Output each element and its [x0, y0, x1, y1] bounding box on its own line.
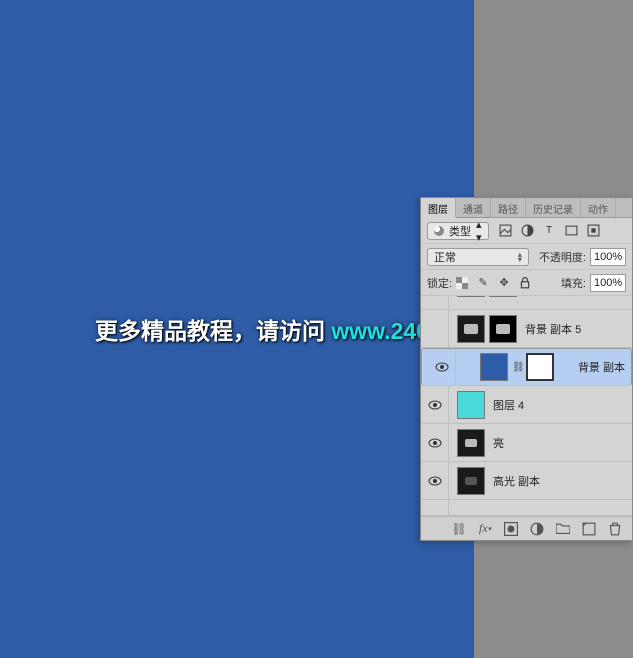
layer-row[interactable]: 背景 副本 3: [421, 296, 632, 310]
filter-icons: T: [499, 224, 600, 237]
lock-row: 锁定: ✎ ✥ 填充: 100%: [421, 270, 632, 296]
layer-row[interactable]: ⛓ 背景 副本: [421, 348, 632, 386]
blend-mode-value: 正常: [434, 249, 456, 265]
visibility-toggle[interactable]: [421, 500, 449, 515]
filter-adjust-icon[interactable]: [521, 224, 534, 237]
mask-thumbnail[interactable]: [526, 353, 554, 381]
link-icon[interactable]: ⛓: [512, 362, 522, 373]
layer-thumbnail[interactable]: [457, 467, 485, 495]
layer-row[interactable]: [421, 500, 632, 516]
lock-pixels-icon[interactable]: ✎: [477, 277, 489, 289]
layer-row[interactable]: 亮: [421, 424, 632, 462]
mask-thumbnail[interactable]: [489, 296, 517, 297]
layer-name[interactable]: 高光 副本: [493, 473, 540, 489]
panel-tabs: 图层 通道 路径 历史记录 动作: [421, 198, 632, 218]
tab-paths[interactable]: 路径: [491, 198, 526, 217]
chevron-updown-icon: ▴▾: [518, 252, 522, 262]
filter-shape-icon[interactable]: [565, 224, 578, 237]
add-mask-icon[interactable]: [504, 522, 518, 536]
layer-name[interactable]: 亮: [493, 435, 504, 451]
chevron-updown-icon: ▴▾: [476, 218, 482, 244]
lock-position-icon[interactable]: ✥: [498, 277, 510, 289]
layer-fx-icon[interactable]: fx▾: [478, 522, 492, 536]
layer-list[interactable]: 背景 副本 3 背景 副本 5 ⛓ 背景 副本 图层: [421, 296, 632, 516]
banner-text: 更多精品教程，请访问: [95, 318, 331, 344]
filter-pixel-icon[interactable]: [499, 224, 512, 237]
layers-panel: 图层 通道 路径 历史记录 动作 类型 ▴▾ T 正常 ▴▾ 不透明度: 100…: [420, 197, 633, 541]
kind-label: 类型: [449, 223, 471, 239]
tab-actions[interactable]: 动作: [581, 198, 616, 217]
visibility-toggle[interactable]: [421, 296, 449, 309]
blend-mode-select[interactable]: 正常 ▴▾: [427, 248, 529, 266]
lock-label: 锁定:: [427, 275, 452, 291]
delete-layer-icon[interactable]: [608, 522, 622, 536]
layer-name[interactable]: 背景 副本 5: [525, 321, 581, 337]
kind-select[interactable]: 类型 ▴▾: [427, 222, 489, 240]
opacity-label: 不透明度:: [539, 249, 586, 265]
search-icon: [434, 226, 444, 236]
lock-transparent-icon[interactable]: [456, 277, 468, 289]
fill-label: 填充:: [561, 275, 586, 291]
filter-row: 类型 ▴▾ T: [421, 218, 632, 244]
layer-row[interactable]: 高光 副本: [421, 462, 632, 500]
layer-name[interactable]: 背景 副本: [578, 359, 625, 375]
layer-thumbnail[interactable]: [457, 429, 485, 457]
layer-thumbnail[interactable]: [457, 391, 485, 419]
visibility-toggle[interactable]: [421, 462, 449, 499]
visibility-toggle[interactable]: [421, 424, 449, 461]
new-group-icon[interactable]: [556, 522, 570, 536]
layer-name[interactable]: 背景 副本 3: [525, 296, 581, 298]
filter-type-icon[interactable]: T: [543, 224, 556, 237]
filter-smart-icon[interactable]: [587, 224, 600, 237]
new-layer-icon[interactable]: [582, 522, 596, 536]
blend-row: 正常 ▴▾ 不透明度: 100%: [421, 244, 632, 270]
opacity-input[interactable]: 100%: [590, 248, 626, 266]
layer-thumbnail[interactable]: [480, 353, 508, 381]
lock-all-icon[interactable]: [519, 277, 531, 289]
visibility-toggle[interactable]: [421, 310, 449, 347]
layer-name[interactable]: 图层 4: [493, 397, 524, 413]
layer-row[interactable]: 背景 副本 5: [421, 310, 632, 348]
tab-channels[interactable]: 通道: [456, 198, 491, 217]
mask-thumbnail[interactable]: [489, 315, 517, 343]
link-layers-icon[interactable]: ⛓: [452, 522, 466, 536]
visibility-toggle[interactable]: [421, 386, 449, 423]
lock-icons: ✎ ✥: [456, 277, 531, 289]
panel-footer: ⛓ fx▾: [421, 516, 632, 540]
tab-history[interactable]: 历史记录: [526, 198, 581, 217]
tab-layers[interactable]: 图层: [421, 198, 456, 218]
layer-thumbnail[interactable]: [457, 296, 485, 297]
fill-input[interactable]: 100%: [590, 274, 626, 292]
layer-thumbnail[interactable]: [457, 315, 485, 343]
layer-row[interactable]: 图层 4: [421, 386, 632, 424]
new-adjustment-icon[interactable]: [530, 522, 544, 536]
visibility-toggle[interactable]: [428, 349, 456, 385]
